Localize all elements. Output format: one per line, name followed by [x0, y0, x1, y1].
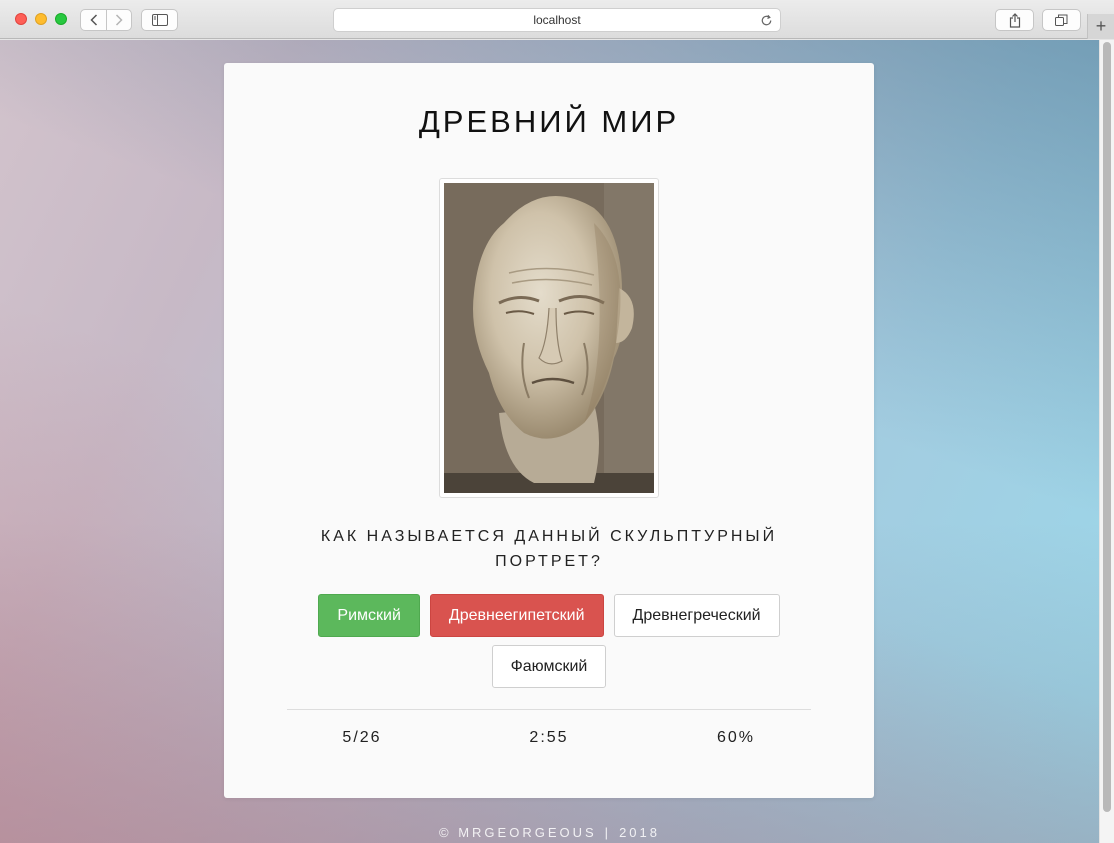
- page-scrollbar[interactable]: [1099, 40, 1114, 843]
- zoom-window-button[interactable]: [55, 13, 67, 25]
- share-button[interactable]: [995, 9, 1034, 31]
- timer: 2:55: [529, 729, 569, 746]
- forward-button[interactable]: [106, 10, 131, 30]
- quiz-card: ДРЕВНИЙ МИР КАК НАЗЫВАЕТСЯ ДАННЫЙ СКУЛЬП…: [224, 63, 874, 798]
- page-viewport: ДРЕВНИЙ МИР КАК НАЗЫВАЕТСЯ ДАННЫЙ СКУЛЬП…: [0, 40, 1114, 843]
- footer-copyright: © MRGEORGEOUS: [439, 825, 597, 840]
- close-window-button[interactable]: [15, 13, 27, 25]
- footer-year: 2018: [619, 825, 660, 840]
- answer-label: Римский: [337, 606, 401, 624]
- tabs-icon: [1055, 14, 1068, 26]
- chevron-left-icon: [89, 14, 97, 26]
- plus-icon: +: [1095, 16, 1107, 36]
- browser-toolbar: localhost +: [0, 0, 1114, 39]
- answer-label: Древнеегипетский: [448, 606, 585, 624]
- quiz-stats: 5/26 2:55 60%: [287, 729, 811, 747]
- footer-separator: |: [604, 825, 612, 840]
- history-nav: [80, 9, 132, 31]
- new-tab-button[interactable]: +: [1087, 14, 1114, 39]
- question-progress: 5/26: [342, 729, 382, 746]
- answer-options: Римский Древнеегипетский Древнегреческий…: [264, 594, 834, 688]
- address-text: localhost: [533, 13, 581, 27]
- reload-icon[interactable]: [759, 13, 774, 28]
- sculpture-portrait-image: [444, 183, 654, 493]
- question-image-frame: [439, 178, 659, 498]
- page-title: ДРЕВНИЙ МИР: [418, 104, 680, 139]
- answer-button-fayum[interactable]: Фаюмский: [491, 645, 607, 688]
- show-tabs-button[interactable]: [1042, 9, 1081, 31]
- minimize-window-button[interactable]: [35, 13, 47, 25]
- sidebar-icon: [151, 14, 168, 26]
- question-text: КАК НАЗЫВАЕТСЯ ДАННЫЙ СКУЛЬПТУРНЫЙ ПОРТР…: [320, 528, 778, 570]
- answer-button-greek[interactable]: Древнегреческий: [613, 594, 780, 637]
- back-button[interactable]: [81, 10, 106, 30]
- page-footer: © MRGEORGEOUS | 2018: [0, 825, 1099, 840]
- address-bar[interactable]: localhost: [333, 8, 781, 32]
- answer-button-roman[interactable]: Римский: [318, 594, 420, 637]
- score-percent: 60%: [716, 729, 756, 746]
- answer-label: Фаюмский: [510, 657, 588, 675]
- answer-button-egyptian[interactable]: Древнеегипетский: [429, 594, 604, 637]
- sidebar-toggle-button[interactable]: [141, 9, 178, 31]
- answer-label: Древнегреческий: [632, 606, 761, 624]
- share-icon: [1009, 12, 1020, 28]
- stats-divider: [287, 709, 811, 710]
- chevron-right-icon: [115, 14, 123, 26]
- scrollbar-thumb[interactable]: [1103, 42, 1111, 812]
